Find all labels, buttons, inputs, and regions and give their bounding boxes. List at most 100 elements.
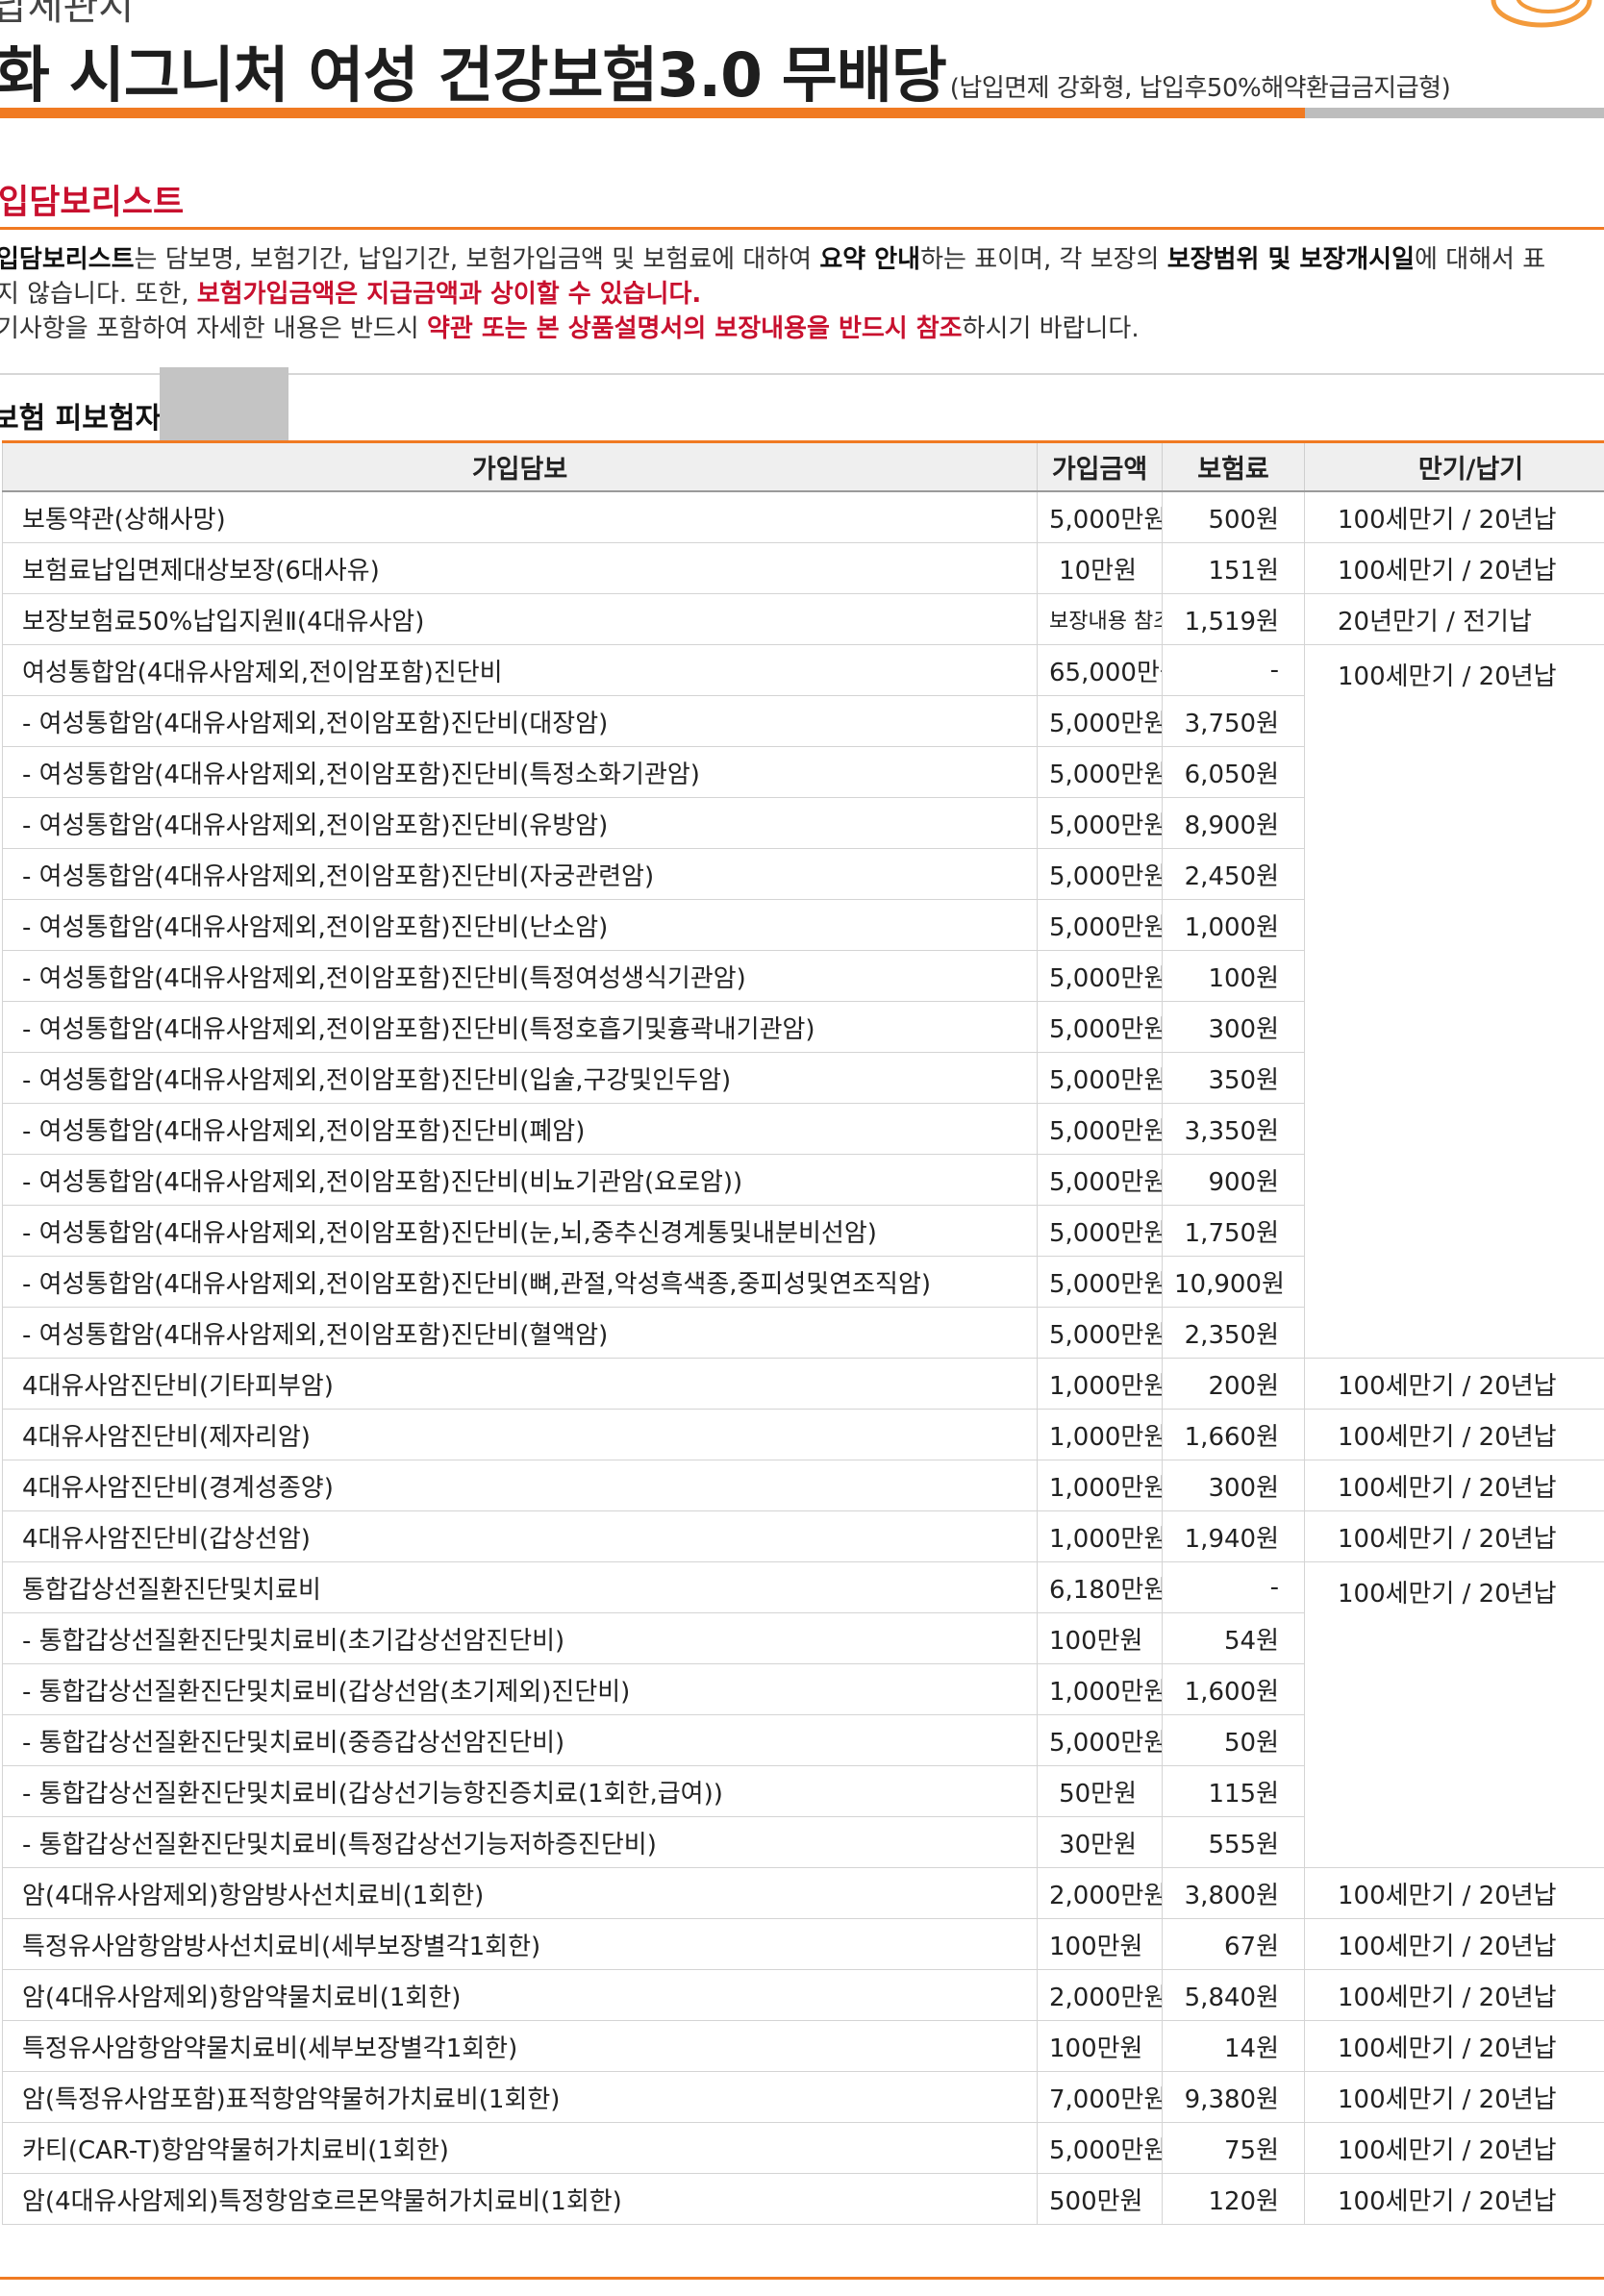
cell-coverage-name: - 여성통합암(4대유사암제외,전이암포함)진단비(특정소화기관암) — [2, 746, 1038, 798]
table-row: 여성통합암(4대유사암제외,전이암포함)진단비65,000만원-100세만기 /… — [2, 644, 1604, 1359]
cell-amount: 7,000만원 — [1037, 2071, 1163, 2123]
cell-coverage-name: 보통약관(상해사망) — [2, 490, 1038, 543]
table-row: 암(특정유사암포함)표적항암약물허가치료비(1회한) 7,000만원 9,380원 1… — [2, 2071, 1604, 2123]
cell-amount: 5,000만원 — [1037, 797, 1163, 849]
title-underline-gray — [1305, 108, 1604, 118]
cell-premium: 500원 — [1162, 490, 1305, 543]
cell-coverage-name: 카티(CAR-T)항암약물허가치료비(1회한) — [2, 2122, 1038, 2174]
cell-amount: 5,000만원 — [1037, 1103, 1163, 1155]
cell-amount: 1,000만원 — [1037, 1358, 1163, 1410]
cell-premium: 2,450원 — [1162, 848, 1305, 900]
intro-red-reference-note: 약관 또는 본 상품설명서의 보장내용을 반드시 참조 — [426, 314, 963, 343]
cell-amount: 5,000만원 — [1037, 848, 1163, 900]
cell-amount: 1,000만원 — [1037, 1663, 1163, 1715]
cell-premium: 9,380원 — [1162, 2071, 1305, 2123]
cell-premium: 100원 — [1162, 950, 1305, 1002]
table-row: 암(4대유사암제외)항암방사선치료비(1회한) 2,000만원 3,800원 100세… — [2, 1867, 1604, 1919]
intro-text-1b: 는 담보명, 보험기간, 납입기간, 보험가입금액 및 보험료에 대하여 — [134, 245, 820, 274]
cell-amount: 5,000만원 — [1037, 1307, 1163, 1359]
cell-coverage-name: - 여성통합암(4대유사암제외,전이암포함)진단비(입술,구강및인두암) — [2, 1052, 1038, 1104]
cell-coverage-name: - 통합갑상선질환진단및치료비(갑상선기능항진증치료(1회한,급여)) — [2, 1765, 1038, 1817]
table-row: 보통약관(상해사망) 5,000만원 500원 100세만기 / 20년납 — [2, 490, 1604, 543]
cell-premium: 5,840원 — [1162, 1969, 1305, 2021]
cell-coverage-name: - 여성통합암(4대유사암제외,전이암포함)진단비(폐암) — [2, 1103, 1038, 1155]
cell-coverage-name: - 여성통합암(4대유사암제외,전이암포함)진단비(혈액암) — [2, 1307, 1038, 1359]
cell-term: 100세만기 / 20년납 — [1304, 644, 1604, 1359]
cell-premium: 67원 — [1162, 1918, 1305, 1970]
cell-coverage-name: - 통합갑상선질환진단및치료비(특정갑상선기능저하증진단비) — [2, 1816, 1038, 1868]
cell-coverage-name: 암(4대유사암제외)특정항암호르몬약물허가치료비(1회한) — [2, 2173, 1038, 2225]
cell-premium: 300원 — [1162, 1001, 1305, 1053]
cell-coverage-name: 통합갑상선질환진단및치료비 — [2, 1561, 1038, 1613]
section-divider — [0, 227, 1604, 230]
cell-premium: 1,519원 — [1162, 593, 1305, 645]
cell-coverage-name: - 여성통합암(4대유사암제외,전이암포함)진단비(특정호흡기및흉곽내기관암) — [2, 1001, 1038, 1053]
header-coverage: 가입담보 — [2, 440, 1038, 492]
intro-bold-list: 입담보리스트 — [0, 245, 135, 274]
cell-premium: 1,750원 — [1162, 1205, 1305, 1257]
cell-coverage-name: - 여성통합암(4대유사암제외,전이암포함)진단비(비뇨기관암(요로암)) — [2, 1154, 1038, 1206]
cell-term: 100세만기 / 20년납 — [1304, 1918, 1604, 1970]
cell-amount: 5,000만원 — [1037, 1052, 1163, 1104]
cell-coverage-name: - 여성통합암(4대유사암제외,전이암포함)진단비(뼈,관절,악성흑색종,중피성… — [2, 1256, 1038, 1308]
cell-term: 100세만기 / 20년납 — [1304, 1561, 1604, 1868]
cell-coverage-name: 4대유사암진단비(제자리암) — [2, 1409, 1038, 1460]
cell-amount: 500만원 — [1037, 2173, 1163, 2225]
table-row: 통합갑상선질환진단및치료비 6,180만원 -100세만기 / 20년납 — [2, 1561, 1604, 1868]
title-sub: (납입면제 강화형, 납입후50%해약환급금지급형) — [949, 74, 1451, 103]
table-row: 암(4대유사암제외)항암약물치료비(1회한) 2,000만원 5,840원 100세만… — [2, 1969, 1604, 2021]
cell-amount: 65,000만원 — [1037, 644, 1163, 696]
cell-premium: 1,000원 — [1162, 899, 1305, 951]
cell-term: 100세만기 / 20년납 — [1304, 1409, 1604, 1460]
cell-amount: 5,000만원 — [1037, 950, 1163, 1002]
intro-line-2: 지 않습니다. 또한, 보험가입금액은 지급금액과 상이할 수 있습니다. — [0, 277, 1604, 312]
intro-text-3a: 기사항을 포함하여 자세한 내용은 반드시 — [0, 314, 427, 343]
cell-amount: 5,000만원 — [1037, 2122, 1163, 2174]
cell-premium: 1,660원 — [1162, 1409, 1305, 1460]
cell-coverage-name: 4대유사암진단비(기타피부암) — [2, 1358, 1038, 1410]
cell-amount: 보장내용 참조 — [1037, 593, 1163, 645]
header-premium: 보험료 — [1162, 440, 1305, 492]
table-row: 보험료납입면제대상보장(6대사유) 10만원 151원 100세만기 / 20년납 — [2, 542, 1604, 594]
cell-amount: 5,000만원 — [1037, 899, 1163, 951]
cell-amount: 5,000만원 — [1037, 695, 1163, 747]
cell-coverage-name: - 여성통합암(4대유사암제외,전이암포함)진단비(난소암) — [2, 899, 1038, 951]
cell-coverage-name: - 통합갑상선질환진단및치료비(중증갑상선암진단비) — [2, 1714, 1038, 1766]
cell-coverage-name: - 여성통합암(4대유사암제외,전이암포함)진단비(특정여성생식기관암) — [2, 950, 1038, 1002]
cell-term: 100세만기 / 20년납 — [1304, 1969, 1604, 2021]
intro-text-2a: 지 않습니다. 또한, — [0, 280, 197, 309]
cell-coverage-name: 암(4대유사암제외)항암방사선치료비(1회한) — [2, 1867, 1038, 1919]
cell-term: 100세만기 / 20년납 — [1304, 2122, 1604, 2174]
cell-amount: 10만원 — [1037, 542, 1163, 594]
cell-term: 100세만기 / 20년납 — [1304, 1358, 1604, 1410]
cell-amount: 5,000만원 — [1037, 1154, 1163, 1206]
cell-premium: 6,050원 — [1162, 746, 1305, 798]
cell-amount: 30만원 — [1037, 1816, 1163, 1868]
header-amount: 가입금액 — [1037, 440, 1163, 492]
cell-coverage-name: 특정유사암항암약물치료비(세부보장별각1회한) — [2, 2020, 1038, 2072]
cell-amount: 5,000만원 — [1037, 1001, 1163, 1053]
cell-amount: 100만원 — [1037, 2020, 1163, 2072]
cell-term: 100세만기 / 20년납 — [1304, 2020, 1604, 2072]
cell-term: 100세만기 / 20년납 — [1304, 542, 1604, 594]
cell-premium: 3,750원 — [1162, 695, 1305, 747]
coverage-table: 가입담보 가입금액 보험료 만기/납기 보통약관(상해사망) 5,000만원 500… — [2, 440, 1604, 2225]
cell-premium: 2,350원 — [1162, 1307, 1305, 1359]
title-main: 화 시그니처 여성 건강보험3.0 무배당 — [0, 40, 947, 111]
insured-label: 보험 피보험자 : — [0, 402, 184, 436]
cell-premium: 14원 — [1162, 2020, 1305, 2072]
cell-term: 20년만기 / 전기납 — [1304, 593, 1604, 645]
cell-term: 100세만기 / 20년납 — [1304, 1867, 1604, 1919]
header-term: 만기/납기 — [1304, 440, 1604, 492]
table-row: 암(4대유사암제외)특정항암호르몬약물허가치료비(1회한) 500만원 120원 10… — [2, 2173, 1604, 2225]
table-row: 4대유사암진단비(제자리암) 1,000만원 1,660원 100세만기 / 20년납 — [2, 1409, 1604, 1460]
cell-amount: 1,000만원 — [1037, 1409, 1163, 1460]
intro-red-amount-note: 보험가입금액은 지급금액과 상이할 수 있습니다. — [196, 280, 702, 309]
cell-coverage-name: 보험료납입면제대상보장(6대사유) — [2, 542, 1038, 594]
cell-amount: 5,000만원 — [1037, 1256, 1163, 1308]
cell-premium: 900원 — [1162, 1154, 1305, 1206]
cell-coverage-name: 특정유사암항암방사선치료비(세부보장별각1회한) — [2, 1918, 1038, 1970]
page-title: 화 시그니처 여성 건강보험3.0 무배당 (납입면제 강화형, 납입후50%해약… — [0, 27, 1451, 114]
cell-premium: 8,900원 — [1162, 797, 1305, 849]
cell-premium: 75원 — [1162, 2122, 1305, 2174]
